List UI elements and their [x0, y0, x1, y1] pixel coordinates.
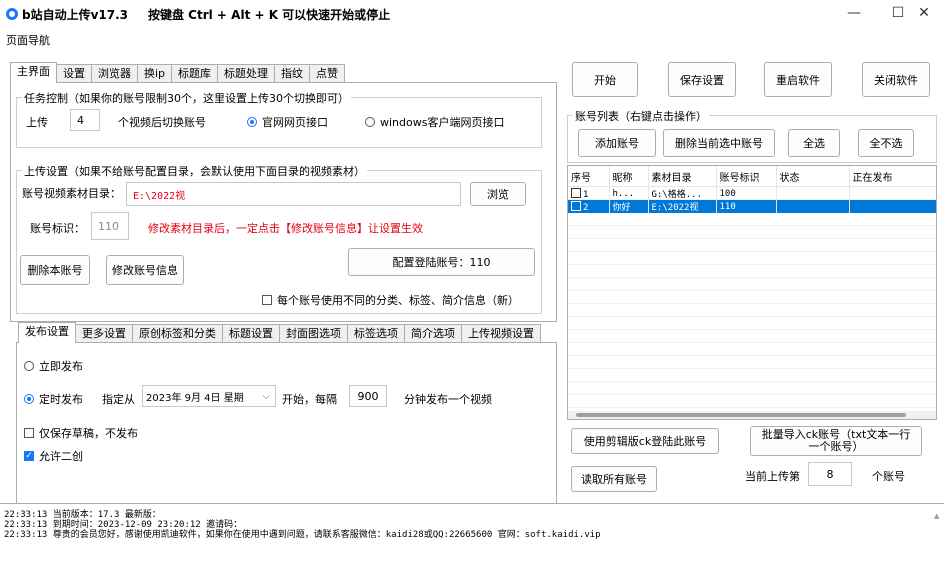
tab-upload-video-settings[interactable]: 上传视频设置: [461, 324, 541, 343]
log-line: 22:33:13 尊贵的会员您好，感谢使用凯迪软件，如果你在使用中遇到问题，请联…: [4, 530, 601, 540]
current-upload-suffix: 个账号: [872, 470, 905, 483]
tab-tag-options[interactable]: 标签选项: [347, 324, 405, 343]
checkbox-icon: [24, 428, 34, 438]
table-row[interactable]: 2 你好 E:\2022视 110: [568, 200, 936, 213]
radio-immediate-publish[interactable]: 立即发布: [24, 358, 83, 374]
tab-intro-options[interactable]: 简介选项: [404, 324, 462, 343]
allow-remix-checkbox[interactable]: ✓ 允许二创: [24, 448, 83, 464]
publish-panel: [16, 342, 557, 506]
col-account-id[interactable]: 账号标识: [716, 166, 777, 187]
table-row[interactable]: 1 h... G:\格格... 100: [568, 186, 936, 200]
restart-app-button[interactable]: 重启软件: [764, 62, 832, 97]
delete-selected-account-button[interactable]: 删除当前选中账号: [663, 129, 775, 157]
window-title: b站自动上传v17.3: [22, 8, 129, 22]
account-list-title: 账号列表（右键点击操作）: [573, 108, 709, 124]
tab-main[interactable]: 主界面: [10, 62, 57, 83]
switch-label: 个视频后切换账号: [118, 116, 206, 129]
account-table: 序号 昵称 素材目录 账号标识 状态 正在发布 1 h... G:\格格... …: [567, 165, 937, 420]
close-app-button[interactable]: 关闭软件: [862, 62, 930, 97]
minimize-button[interactable]: —: [834, 2, 874, 24]
browse-button[interactable]: 浏览: [470, 182, 526, 206]
col-publishing[interactable]: 正在发布: [849, 166, 936, 187]
tab-title-processing[interactable]: 标题处理: [217, 64, 276, 83]
radio-dot-icon: [365, 117, 375, 127]
warning-text: 修改素材目录后，一定点击【修改账号信息】让设置生效: [148, 222, 423, 235]
horizontal-scrollbar[interactable]: [568, 411, 936, 419]
log-line: 22:33:13 当前版本：17.3 最新版：: [4, 510, 161, 520]
config-login-button[interactable]: 配置登陆账号：110: [348, 248, 535, 276]
tab-like[interactable]: 点赞: [309, 64, 346, 83]
col-status[interactable]: 状态: [776, 166, 850, 187]
hotkey-hint: 按键盘 Ctrl + Alt + K 可以快速开始或停止: [148, 8, 391, 22]
log-line: 22:33:13 到期时间：2023-12-09 23:20:12 邀请码：: [4, 520, 243, 530]
tab-publish-settings[interactable]: 发布设置: [18, 322, 76, 343]
col-nickname[interactable]: 昵称: [609, 166, 649, 187]
start-button[interactable]: 开始: [572, 62, 638, 97]
radio-scheduled-publish[interactable]: 定时发布: [24, 391, 83, 407]
account-id-label: 账号标识：: [30, 222, 85, 235]
page-nav-menu[interactable]: 页面导航: [6, 32, 50, 48]
table-header-row: 序号 昵称 素材目录 账号标识 状态 正在发布: [568, 166, 936, 187]
col-index[interactable]: 序号: [568, 166, 610, 187]
from-label: 指定从: [102, 393, 135, 406]
tab-title-library[interactable]: 标题库: [171, 64, 219, 83]
checkmark-icon: ✓: [24, 451, 34, 461]
add-account-button[interactable]: 添加账号: [578, 129, 656, 157]
checkbox-icon: [262, 295, 272, 305]
current-account-input[interactable]: 8: [808, 462, 852, 486]
modify-account-button[interactable]: 修改账号信息: [106, 255, 184, 285]
cut-version-login-button[interactable]: 使用剪辑版ck登陆此账号: [571, 428, 719, 454]
col-material-dir[interactable]: 素材目录: [648, 166, 717, 187]
close-button[interactable]: ✕: [904, 2, 944, 24]
batch-import-button[interactable]: 批量导入ck账号（txt文本一行一个账号）: [750, 426, 922, 456]
title-bar: [0, 0, 944, 28]
radio-web-api[interactable]: 官网网页接口: [247, 114, 328, 130]
upload-label: 上传: [26, 116, 48, 129]
radio-dot-icon: [24, 361, 34, 371]
draft-only-checkbox[interactable]: 仅保存草稿，不发布: [24, 425, 138, 441]
account-id-input[interactable]: 110: [91, 212, 129, 240]
table-background: [568, 187, 936, 412]
current-upload-label: 当前上传第: [745, 470, 800, 483]
upload-settings-title: 上传设置（如果不给账号配置目录，会默认使用下面目录的视频素材）: [22, 163, 367, 179]
diff-info-checkbox[interactable]: 每个账号使用不同的分类、标签、简介信息（新）: [262, 292, 519, 308]
save-settings-button[interactable]: 保存设置: [668, 62, 736, 97]
start-label: 开始，每隔: [282, 393, 337, 406]
log-output[interactable]: 22:33:13 当前版本：17.3 最新版： 22:33:13 到期时间：20…: [0, 503, 944, 582]
delete-account-button[interactable]: 删除本账号: [20, 255, 90, 285]
tab-cover-options[interactable]: 封面图选项: [279, 324, 348, 343]
row-checkbox[interactable]: [571, 187, 581, 198]
tab-title-settings[interactable]: 标题设置: [222, 324, 280, 343]
radio-dot-icon: [24, 394, 34, 404]
tab-more-settings[interactable]: 更多设置: [75, 324, 133, 343]
select-none-button[interactable]: 全不选: [858, 129, 914, 157]
schedule-date-picker[interactable]: 2023年 9月 4日 星期 ⌵: [142, 385, 276, 407]
tab-browser[interactable]: 浏览器: [91, 64, 138, 83]
dir-label: 账号视频素材目录：: [22, 187, 121, 200]
select-all-button[interactable]: 全选: [788, 129, 840, 157]
task-control-title: 任务控制（如果你的账号限制30个，这里设置上传30个切换即可）: [22, 90, 351, 106]
material-dir-input[interactable]: E:\2022视: [126, 182, 461, 206]
tab-original-tags[interactable]: 原创标签和分类: [132, 324, 223, 343]
interval-suffix: 分钟发布一个视频: [404, 393, 492, 406]
scrollbar-thumb[interactable]: [576, 413, 906, 417]
upload-count-input[interactable]: 4: [70, 109, 100, 131]
tab-change-ip[interactable]: 换ip: [137, 64, 173, 83]
main-tab-strip: 主界面 设置 浏览器 换ip 标题库 标题处理 指纹 点赞: [10, 62, 346, 83]
chevron-down-icon: ⌵: [262, 390, 270, 402]
tab-settings[interactable]: 设置: [56, 64, 92, 83]
radio-client-api[interactable]: windows客户端网页接口: [365, 114, 504, 130]
app-logo-icon: [6, 8, 18, 20]
row-checkbox[interactable]: [571, 200, 581, 211]
interval-input[interactable]: 900: [349, 385, 387, 407]
tab-fingerprint[interactable]: 指纹: [274, 64, 311, 83]
radio-dot-icon: [247, 117, 257, 127]
sub-tab-strip: 发布设置 更多设置 原创标签和分类 标题设置 封面图选项 标签选项 简介选项 上…: [18, 322, 541, 343]
scroll-up-icon[interactable]: ▲: [934, 512, 939, 520]
read-all-accounts-button[interactable]: 读取所有账号: [571, 466, 657, 492]
